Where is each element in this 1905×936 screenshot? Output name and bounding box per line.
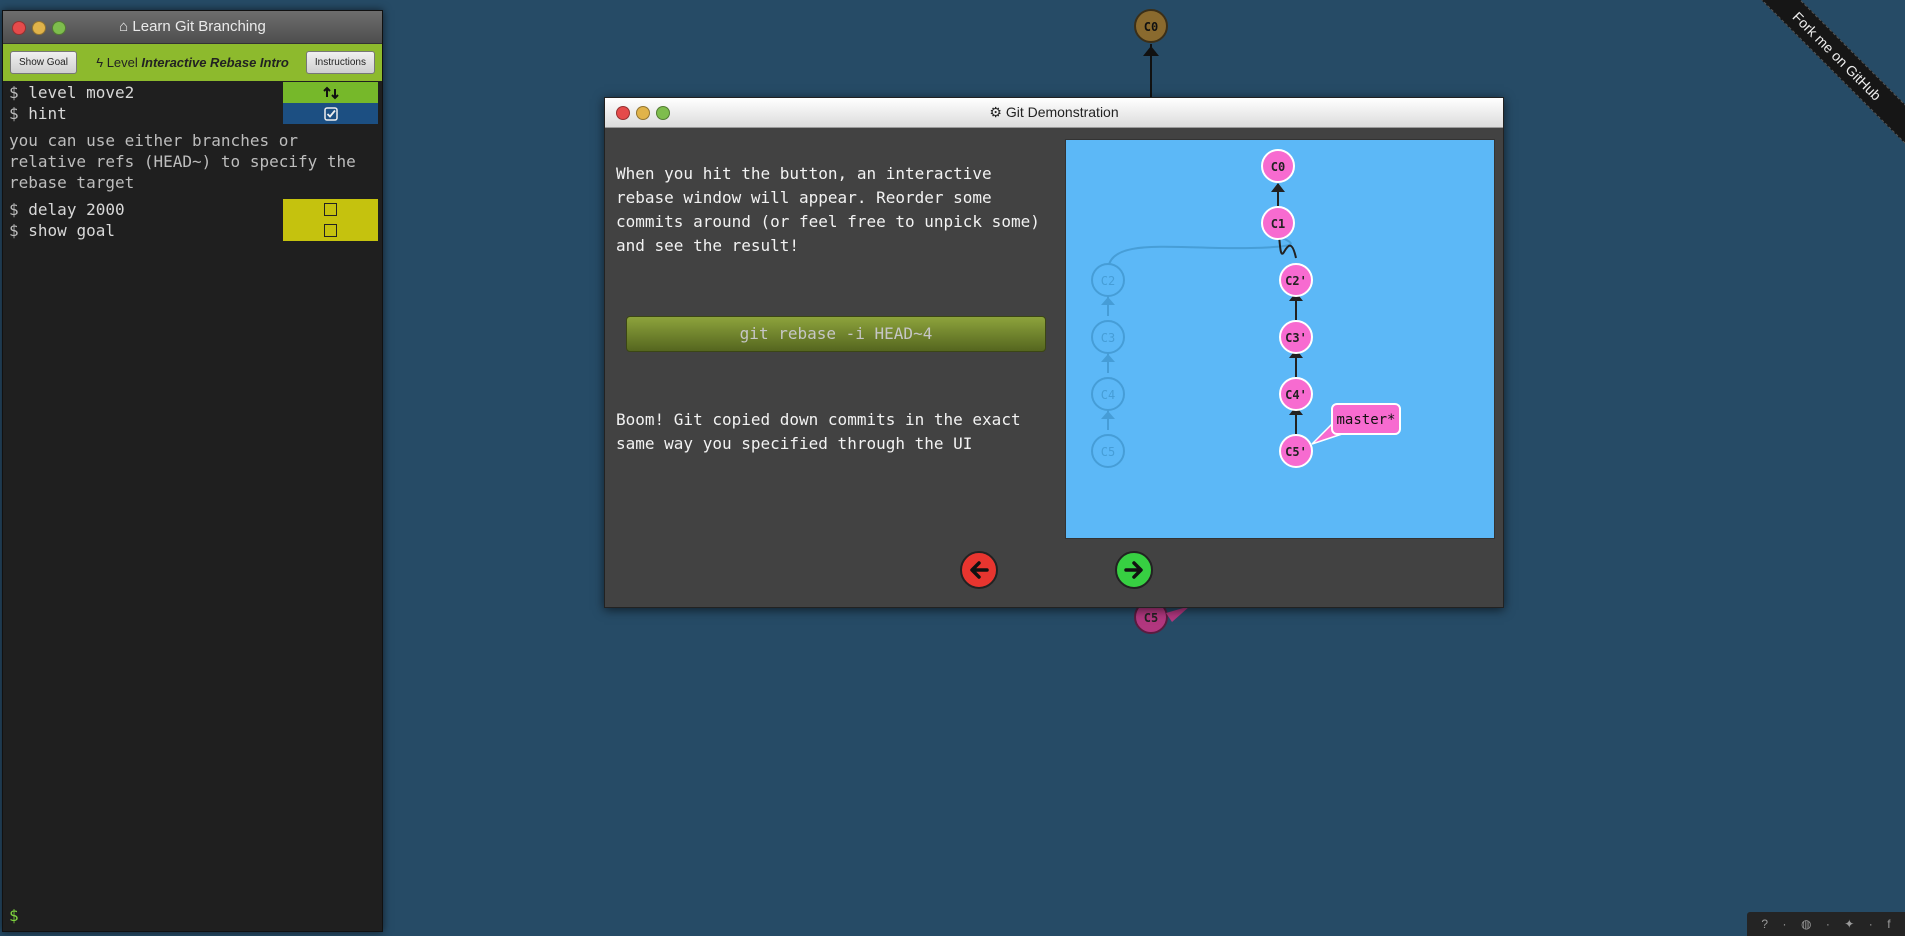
graph-arrowhead [1101, 354, 1115, 362]
checked-box-icon [323, 106, 338, 121]
demo-title: Git Demonstration [1005, 104, 1119, 120]
previous-button[interactable] [960, 551, 998, 589]
command-prompt: $ [9, 83, 19, 102]
command-prompt: $ [9, 104, 19, 123]
command-text: show goal [28, 221, 115, 240]
footer-bar: ? · ◍ · ✦ · f [1747, 912, 1905, 936]
command-status [283, 103, 378, 124]
level-bar: Show Goal ϟ Level Interactive Rebase Int… [3, 44, 382, 81]
command-input-prompt[interactable]: $ [9, 906, 19, 925]
github-ribbon[interactable]: Fork me on GitHub [1735, 0, 1905, 170]
maximize-icon[interactable] [656, 106, 670, 120]
command-text: hint [28, 104, 67, 123]
commit-label: C0 [1144, 20, 1158, 34]
separator: · [1825, 917, 1830, 931]
git-demonstration-window: ⚙ Git Demonstration When you hit the but… [604, 97, 1504, 608]
window-controls [616, 106, 670, 120]
commit-label: C0 [1271, 160, 1285, 174]
terminal-window: ⌂ Learn Git Branching Show Goal ϟ Level … [2, 10, 383, 932]
branch-pointer [1166, 606, 1190, 622]
maximize-icon[interactable] [52, 21, 66, 35]
graph-arrowhead [1101, 411, 1115, 419]
graph-arrowhead [1101, 297, 1115, 305]
retry-icon [322, 86, 339, 99]
ghost-commit-label: C3 [1101, 331, 1115, 345]
ghost-commit-label: C5 [1101, 445, 1115, 459]
commit-label: C2' [1285, 274, 1307, 288]
branch-label: master* [1336, 412, 1395, 428]
demo-result-text: Boom! Git copied down commits in the exa… [616, 410, 1021, 453]
command-history-item: $ level move2 [3, 82, 382, 103]
separator: · [1868, 917, 1873, 931]
arrow-left-icon [970, 561, 989, 579]
unchecked-box-icon [324, 224, 337, 237]
level-name: Interactive Rebase Intro [141, 55, 289, 70]
help-icon[interactable]: ? [1761, 917, 1768, 931]
commit-label: C4' [1285, 388, 1307, 402]
unchecked-box-icon [324, 203, 337, 216]
git-visualization: C2 C3 C4 C5 C0 C1 C2' C3' C4' C5' master… [1065, 139, 1495, 539]
facebook-icon[interactable]: f [1887, 917, 1890, 931]
gear-icon: ⚙ [989, 104, 1002, 120]
command-status [283, 82, 378, 103]
command-history-item: $ hint [3, 103, 382, 124]
globe-icon[interactable]: ◍ [1801, 917, 1811, 931]
level-prefix: Level [106, 55, 138, 70]
graph-arrowhead [1143, 46, 1159, 56]
command-text: level move2 [28, 83, 135, 102]
demo-intro-text: When you hit the button, an interactive … [616, 164, 1040, 255]
hint-output: you can use either branches or relative … [9, 131, 356, 192]
command-text: delay 2000 [28, 200, 125, 219]
graph-arrowhead [1271, 183, 1285, 192]
command-history-item: $ show goal [3, 220, 382, 241]
home-icon: ⌂ [119, 18, 129, 35]
minimize-icon[interactable] [636, 106, 650, 120]
command-prompt: $ [9, 200, 19, 219]
rebase-command-button[interactable]: git rebase -i HEAD~4 [626, 316, 1046, 352]
github-ribbon-label[interactable]: Fork me on GitHub [1735, 0, 1905, 158]
commit-label: C1 [1271, 217, 1285, 231]
terminal-titlebar: ⌂ Learn Git Branching [3, 11, 382, 44]
arrow-right-icon [1124, 561, 1143, 579]
separator: · [1782, 917, 1787, 931]
demo-titlebar: ⚙ Git Demonstration [605, 98, 1503, 128]
twitter-icon[interactable]: ✦ [1844, 917, 1854, 931]
graph-edge [1106, 229, 1292, 274]
commit-graph: C2 C3 C4 C5 C0 C1 C2' C3' C4' C5' master… [1091, 149, 1401, 468]
ghost-commit-label: C4 [1101, 388, 1115, 402]
minimize-icon[interactable] [32, 21, 46, 35]
commit-label: C3' [1285, 331, 1307, 345]
terminal-title: Learn Git Branching [132, 18, 266, 35]
commit-label: C5' [1285, 445, 1307, 459]
close-icon[interactable] [12, 21, 26, 35]
show-goal-button[interactable]: Show Goal [10, 51, 77, 74]
command-status [283, 199, 378, 220]
bolt-icon: ϟ [96, 55, 104, 70]
commit-label: C5 [1144, 611, 1158, 625]
ghost-commit-chain: C2 C3 C4 C5 [1091, 229, 1292, 468]
window-controls [12, 21, 66, 35]
next-button[interactable] [1115, 551, 1153, 589]
ghost-commit-label: C2 [1101, 274, 1115, 288]
close-icon[interactable] [616, 106, 630, 120]
command-status [283, 220, 378, 241]
command-history-item: $ delay 2000 [3, 199, 382, 220]
instructions-button[interactable]: Instructions [305, 51, 375, 74]
command-prompt: $ [9, 221, 19, 240]
